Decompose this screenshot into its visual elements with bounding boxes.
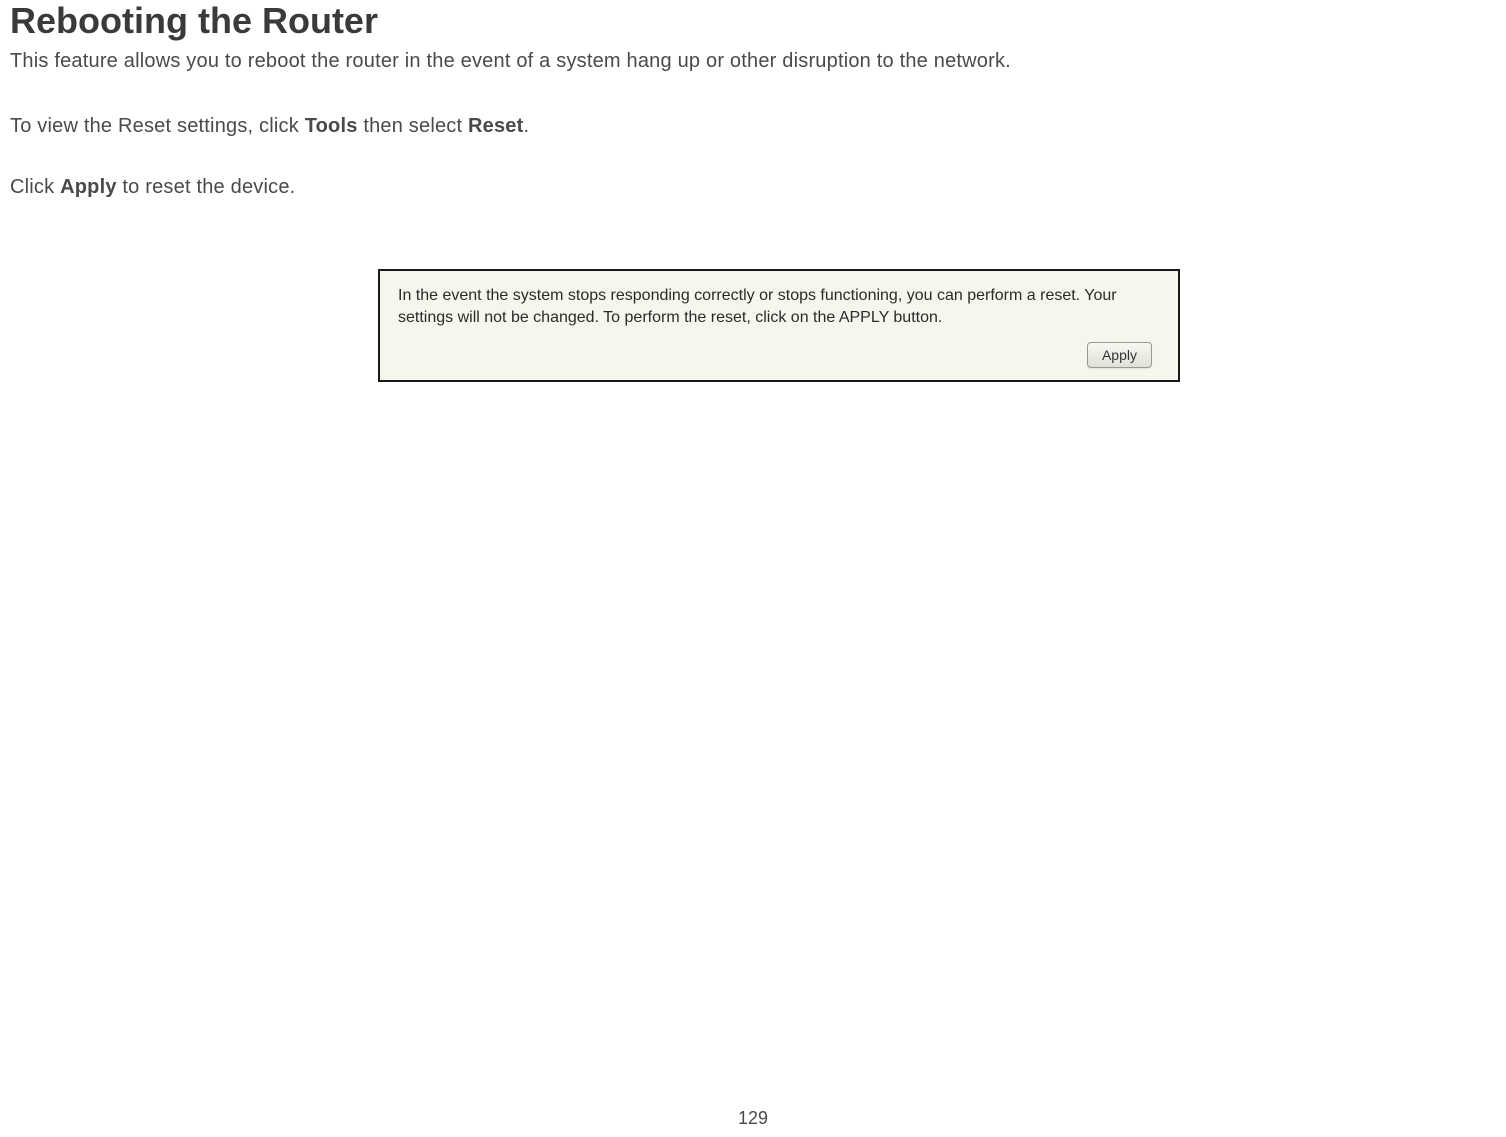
- reset-label: Reset: [468, 115, 523, 137]
- instruction-view-reset: To view the Reset settings, click Tools …: [10, 115, 1506, 138]
- instruction-text: Click: [10, 176, 60, 198]
- reset-panel: In the event the system stops responding…: [378, 269, 1180, 382]
- tools-label: Tools: [305, 115, 358, 137]
- panel-text: In the event the system stops responding…: [398, 285, 1160, 328]
- instruction-click-apply: Click Apply to reset the device.: [10, 176, 1506, 199]
- reset-panel-container: In the event the system stops responding…: [378, 269, 1506, 382]
- feature-description: This feature allows you to reboot the ro…: [10, 50, 1506, 73]
- apply-button-row: Apply: [398, 342, 1160, 368]
- instruction-text: To view the Reset settings, click: [10, 115, 305, 137]
- instruction-text: to reset the device.: [117, 176, 296, 198]
- page-number: 129: [738, 1108, 768, 1129]
- instruction-text: then select: [358, 115, 468, 137]
- apply-label: Apply: [60, 176, 117, 198]
- page-title: Rebooting the Router: [10, 0, 1506, 42]
- instruction-text: .: [524, 115, 530, 137]
- apply-button[interactable]: Apply: [1087, 342, 1152, 368]
